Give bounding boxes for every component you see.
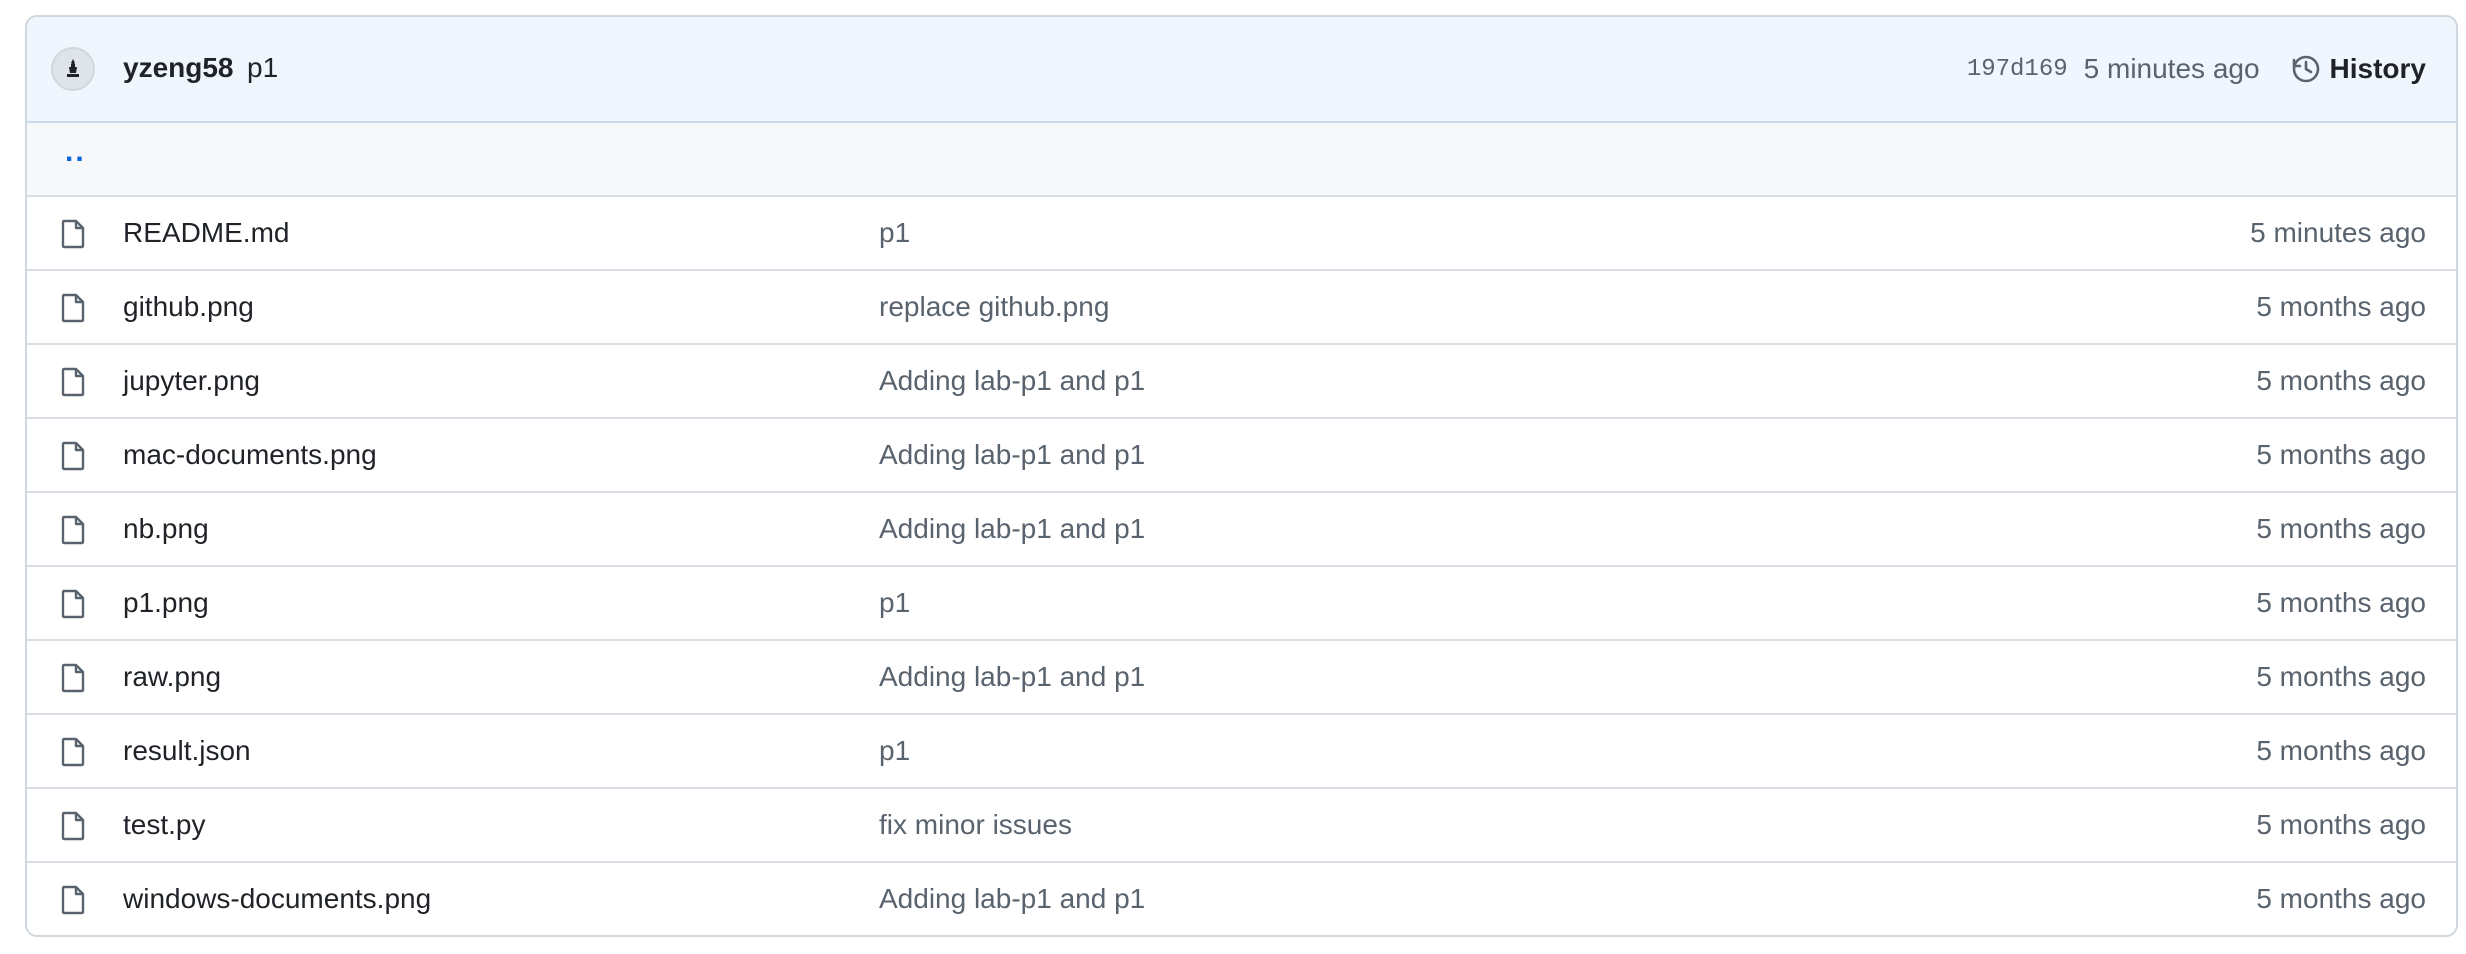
file-commit-time: 5 months ago	[2256, 587, 2426, 618]
file-list: README.md p1 5 minutes ago github.png re…	[27, 197, 2456, 935]
file-commit-time: 5 months ago	[2256, 513, 2426, 544]
file-row[interactable]: test.py fix minor issues 5 months ago	[27, 789, 2456, 863]
file-icon	[61, 367, 85, 397]
file-commit-time: 5 months ago	[2256, 735, 2426, 766]
commit-author[interactable]: yzeng58	[123, 52, 234, 84]
file-commit-message[interactable]: Adding lab-p1 and p1	[879, 365, 1145, 397]
file-row[interactable]: github.png replace github.png 5 months a…	[27, 271, 2456, 345]
file-icon	[61, 441, 85, 471]
history-icon	[2292, 55, 2319, 83]
commit-time: 5 minutes ago	[2083, 53, 2260, 84]
file-row[interactable]: raw.png Adding lab-p1 and p1 5 months ag…	[27, 641, 2456, 715]
file-name-link[interactable]: nb.png	[123, 513, 209, 545]
file-icon	[61, 293, 85, 323]
file-name-link[interactable]: raw.png	[123, 661, 221, 693]
file-commit-time: 5 minutes ago	[2250, 217, 2426, 248]
file-row[interactable]: result.json p1 5 months ago	[27, 715, 2456, 789]
file-icon	[61, 663, 85, 693]
parent-directory-row[interactable]: ..	[27, 123, 2456, 197]
parent-directory-link[interactable]: ..	[65, 135, 86, 169]
file-name-link[interactable]: windows-documents.png	[123, 883, 431, 915]
file-commit-message[interactable]: p1	[879, 735, 910, 767]
commit-sha[interactable]: 197d169	[1967, 56, 2068, 83]
file-name-link[interactable]: mac-documents.png	[123, 439, 377, 471]
file-commit-time: 5 months ago	[2256, 365, 2426, 396]
file-browser: yzeng58 p1 197d169 5 minutes ago History…	[25, 15, 2458, 937]
file-commit-message[interactable]: p1	[879, 217, 910, 249]
file-commit-message[interactable]: p1	[879, 587, 910, 619]
history-label: History	[2329, 53, 2426, 84]
commit-meta: 197d169 5 minutes ago History	[1967, 45, 2426, 93]
file-commit-time: 5 months ago	[2256, 661, 2426, 692]
file-name-link[interactable]: result.json	[123, 735, 251, 767]
file-row[interactable]: mac-documents.png Adding lab-p1 and p1 5…	[27, 419, 2456, 493]
file-commit-time: 5 months ago	[2256, 883, 2426, 914]
file-icon	[61, 737, 85, 767]
file-icon	[61, 219, 85, 249]
file-commit-message[interactable]: fix minor issues	[879, 809, 1072, 841]
latest-commit-bar: yzeng58 p1 197d169 5 minutes ago History	[27, 17, 2456, 123]
file-icon	[61, 885, 85, 915]
file-commit-time: 5 months ago	[2256, 809, 2426, 840]
file-icon	[61, 515, 85, 545]
file-name-link[interactable]: README.md	[123, 217, 289, 249]
avatar-glyph	[67, 59, 79, 77]
commit-message[interactable]: p1	[247, 52, 278, 84]
file-icon	[61, 589, 85, 619]
file-row[interactable]: README.md p1 5 minutes ago	[27, 197, 2456, 271]
file-commit-time: 5 months ago	[2256, 291, 2426, 322]
file-name-link[interactable]: jupyter.png	[123, 365, 260, 397]
file-commit-message[interactable]: replace github.png	[879, 291, 1109, 323]
file-row[interactable]: nb.png Adding lab-p1 and p1 5 months ago	[27, 493, 2456, 567]
file-name-link[interactable]: test.py	[123, 809, 205, 841]
avatar[interactable]	[51, 47, 95, 91]
history-button[interactable]: History	[2290, 53, 2426, 85]
file-row[interactable]: jupyter.png Adding lab-p1 and p1 5 month…	[27, 345, 2456, 419]
file-commit-message[interactable]: Adding lab-p1 and p1	[879, 513, 1145, 545]
file-row[interactable]: windows-documents.png Adding lab-p1 and …	[27, 863, 2456, 935]
file-row[interactable]: p1.png p1 5 months ago	[27, 567, 2456, 641]
file-name-link[interactable]: github.png	[123, 291, 254, 323]
file-commit-message[interactable]: Adding lab-p1 and p1	[879, 883, 1145, 915]
file-name-link[interactable]: p1.png	[123, 587, 209, 619]
file-commit-message[interactable]: Adding lab-p1 and p1	[879, 439, 1145, 471]
file-icon	[61, 811, 85, 841]
file-commit-time: 5 months ago	[2256, 439, 2426, 470]
file-commit-message[interactable]: Adding lab-p1 and p1	[879, 661, 1145, 693]
